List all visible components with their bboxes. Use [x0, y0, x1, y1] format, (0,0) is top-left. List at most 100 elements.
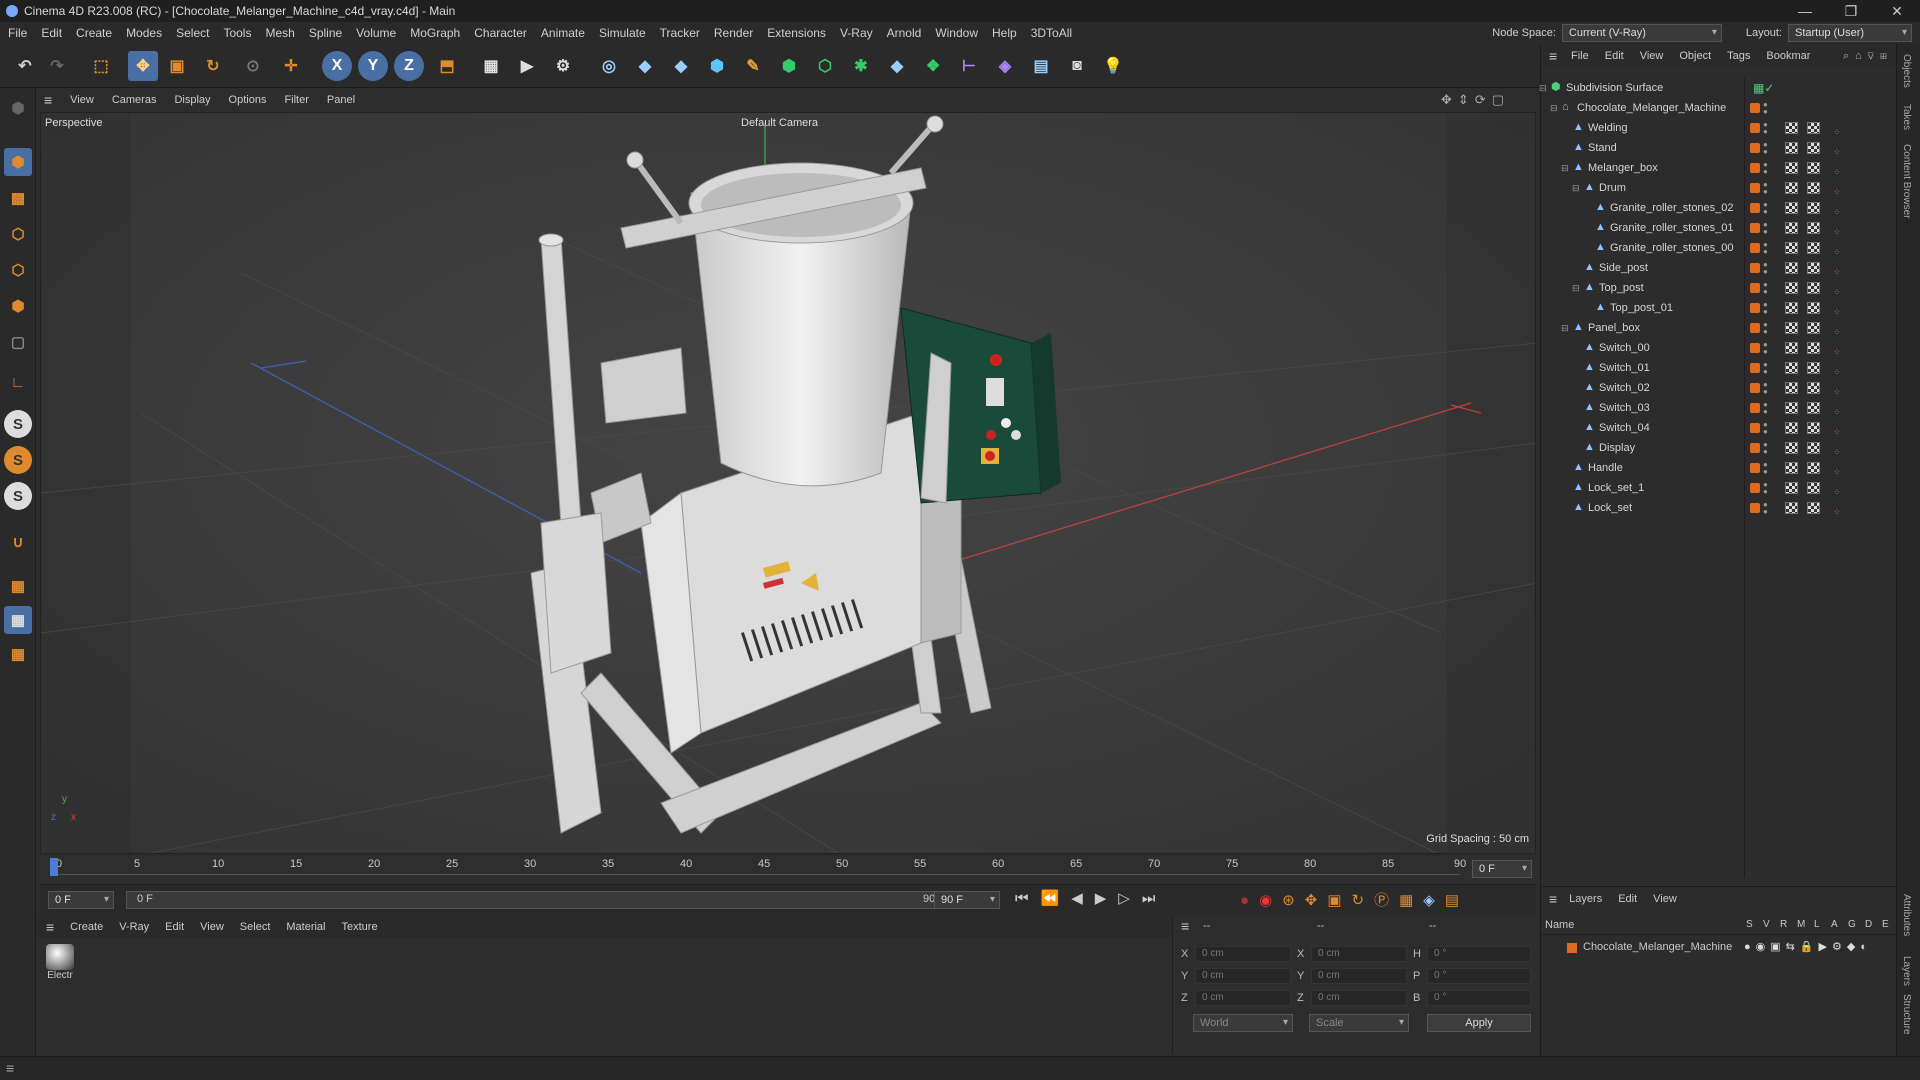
layer-row[interactable]: Chocolate_Melanger_Machine ●◉▣⇆🔒▶⚙◆◐: [1541, 939, 1897, 957]
next-frame-icon[interactable]: ▷: [1118, 890, 1142, 907]
coordinate-system-icon[interactable]: ⬒: [432, 51, 462, 81]
mograph-icon[interactable]: ✱: [846, 51, 876, 81]
scale-key-icon[interactable]: ▣: [1327, 892, 1351, 909]
layer-color-tag[interactable]: [1750, 143, 1760, 153]
render-settings-icon[interactable]: ⚙: [548, 51, 578, 81]
phong-tag-icon[interactable]: [1785, 482, 1798, 494]
phong-tag-icon[interactable]: [1785, 302, 1798, 314]
phong-tag-icon[interactable]: [1785, 222, 1798, 234]
coord-size-x-field[interactable]: 0 cm: [1311, 946, 1407, 962]
menu-tracker[interactable]: Tracker: [660, 26, 700, 40]
material-tag-icon[interactable]: [1807, 122, 1820, 134]
vp-menu-cameras[interactable]: Cameras: [112, 94, 157, 106]
obj-menu-edit[interactable]: Edit: [1605, 50, 1624, 62]
z-axis-icon[interactable]: Z: [394, 51, 424, 81]
vp-menu-display[interactable]: Display: [174, 94, 210, 106]
material-tag-icon[interactable]: [1807, 302, 1820, 314]
vray-icon[interactable]: ◎: [594, 51, 624, 81]
object-row[interactable]: ▲ Handle ● ● ⁘: [1541, 458, 1897, 478]
pla-key-icon[interactable]: ▦: [1399, 892, 1423, 909]
coord-rot-h-field[interactable]: 0 °: [1427, 946, 1531, 962]
axis-mode-icon[interactable]: ∟: [4, 368, 32, 396]
obj-menu-tags[interactable]: Tags: [1727, 50, 1750, 62]
grid-icon[interactable]: ▦: [4, 606, 32, 634]
object-row[interactable]: ▲ Lock_set ● ● ⁘: [1541, 498, 1897, 518]
material-swatch[interactable]: Electr: [44, 944, 76, 984]
layer-menu-layers[interactable]: Layers: [1569, 893, 1602, 905]
coord-mode-select[interactable]: Scale: [1309, 1014, 1409, 1032]
frame-range-slider[interactable]: 0 F 90 F: [126, 891, 956, 909]
layer-color-tag[interactable]: [1750, 443, 1760, 453]
material-tag-icon[interactable]: [1807, 382, 1820, 394]
layer-color-tag[interactable]: [1750, 403, 1760, 413]
layer-color-tag[interactable]: [1750, 263, 1760, 273]
visibility-dots-icon[interactable]: ● ●: [1763, 141, 1769, 156]
object-row[interactable]: ⊟ ▲ Top_post ● ● ⁘: [1541, 278, 1897, 298]
select-tool-icon[interactable]: ⬚: [86, 51, 116, 81]
polygons-mode-icon[interactable]: ⬢: [4, 292, 32, 320]
phong-tag-icon[interactable]: [1785, 322, 1798, 334]
visibility-dots-icon[interactable]: ● ●: [1763, 221, 1769, 236]
visibility-dots-icon[interactable]: ● ●: [1763, 401, 1769, 416]
expand-toggle-icon[interactable]: ⊟: [1561, 158, 1569, 178]
make-editable-icon[interactable]: ⬢: [4, 94, 32, 122]
menu-mesh[interactable]: Mesh: [265, 26, 294, 40]
menu-mograph[interactable]: MoGraph: [410, 26, 460, 40]
layer-menu-view[interactable]: View: [1653, 893, 1677, 905]
deformer-icon[interactable]: ◆: [882, 51, 912, 81]
menu-animate[interactable]: Animate: [541, 26, 585, 40]
vp-menu-options[interactable]: Options: [229, 94, 267, 106]
phong-tag-icon[interactable]: [1785, 382, 1798, 394]
material-tag-icon[interactable]: [1807, 182, 1820, 194]
layout-select[interactable]: Startup (User): [1788, 24, 1912, 42]
mat-menu-edit[interactable]: Edit: [165, 921, 184, 933]
motion-mode-icon[interactable]: ◈: [1423, 892, 1445, 909]
layer-panel-menu-icon[interactable]: ≡: [1549, 891, 1557, 907]
layer-color-tag[interactable]: [1750, 343, 1760, 353]
object-row[interactable]: ▲ Switch_02 ● ● ⁘: [1541, 378, 1897, 398]
material-tag-icon[interactable]: [1807, 162, 1820, 174]
snap-icon-2[interactable]: S: [4, 446, 32, 474]
viewport-panel-menu-icon[interactable]: ≡: [44, 92, 52, 108]
phong-tag-icon[interactable]: [1785, 282, 1798, 294]
layer-color-tag[interactable]: [1750, 203, 1760, 213]
spline-icon[interactable]: ◈: [990, 51, 1020, 81]
coord-pos-y-field[interactable]: 0 cm: [1195, 968, 1291, 984]
start-frame-field[interactable]: 0 F: [48, 891, 114, 909]
cube-icon[interactable]: ⬢: [702, 51, 732, 81]
model-mode-icon[interactable]: ⬢: [4, 148, 32, 176]
go-start-icon[interactable]: ⏮: [1015, 890, 1041, 907]
node-space-select[interactable]: Current (V-Ray): [1561, 24, 1722, 42]
locked-workplane-icon[interactable]: ▦: [4, 640, 32, 668]
close-button[interactable]: ✕: [1874, 0, 1920, 22]
prev-frame-icon[interactable]: ◀: [1071, 890, 1095, 907]
expand-toggle-icon[interactable]: ⊟: [1572, 178, 1580, 198]
menu-edit[interactable]: Edit: [41, 26, 62, 40]
phong-tag-icon[interactable]: [1785, 162, 1798, 174]
material-tag-icon[interactable]: [1807, 502, 1820, 514]
visibility-dots-icon[interactable]: ● ●: [1763, 241, 1769, 256]
visibility-dots-icon[interactable]: ● ●: [1763, 161, 1769, 176]
menu-render[interactable]: Render: [714, 26, 753, 40]
object-panel-menu-icon[interactable]: ≡: [1549, 48, 1557, 64]
obj-menu-object[interactable]: Object: [1679, 50, 1711, 62]
material-tag-icon[interactable]: [1807, 482, 1820, 494]
coord-pos-z-field[interactable]: 0 cm: [1195, 990, 1291, 1006]
pen-icon[interactable]: ✎: [738, 51, 768, 81]
tab-content-browser[interactable]: Content Browser: [1901, 144, 1912, 218]
object-row[interactable]: ▲ Switch_03 ● ● ⁘: [1541, 398, 1897, 418]
obj-menu-file[interactable]: File: [1571, 50, 1589, 62]
visibility-dots-icon[interactable]: ● ●: [1763, 421, 1769, 436]
menu-vray[interactable]: V-Ray: [840, 26, 873, 40]
layer-color-tag[interactable]: [1750, 483, 1760, 493]
uv-mode-icon[interactable]: ▢: [4, 328, 32, 356]
floor-icon[interactable]: ▤: [1026, 51, 1056, 81]
object-row[interactable]: ⊟ ▲ Drum ● ● ⁘: [1541, 178, 1897, 198]
obj-menu-view[interactable]: View: [1640, 50, 1664, 62]
menu-character[interactable]: Character: [474, 26, 527, 40]
object-row[interactable]: ▲ Granite_roller_stones_01 ● ● ⁘: [1541, 218, 1897, 238]
vp-menu-view[interactable]: View: [70, 94, 94, 106]
points-mode-icon[interactable]: ⬡: [4, 220, 32, 248]
material-panel-menu-icon[interactable]: ≡: [46, 919, 54, 935]
layer-color-tag[interactable]: [1750, 383, 1760, 393]
